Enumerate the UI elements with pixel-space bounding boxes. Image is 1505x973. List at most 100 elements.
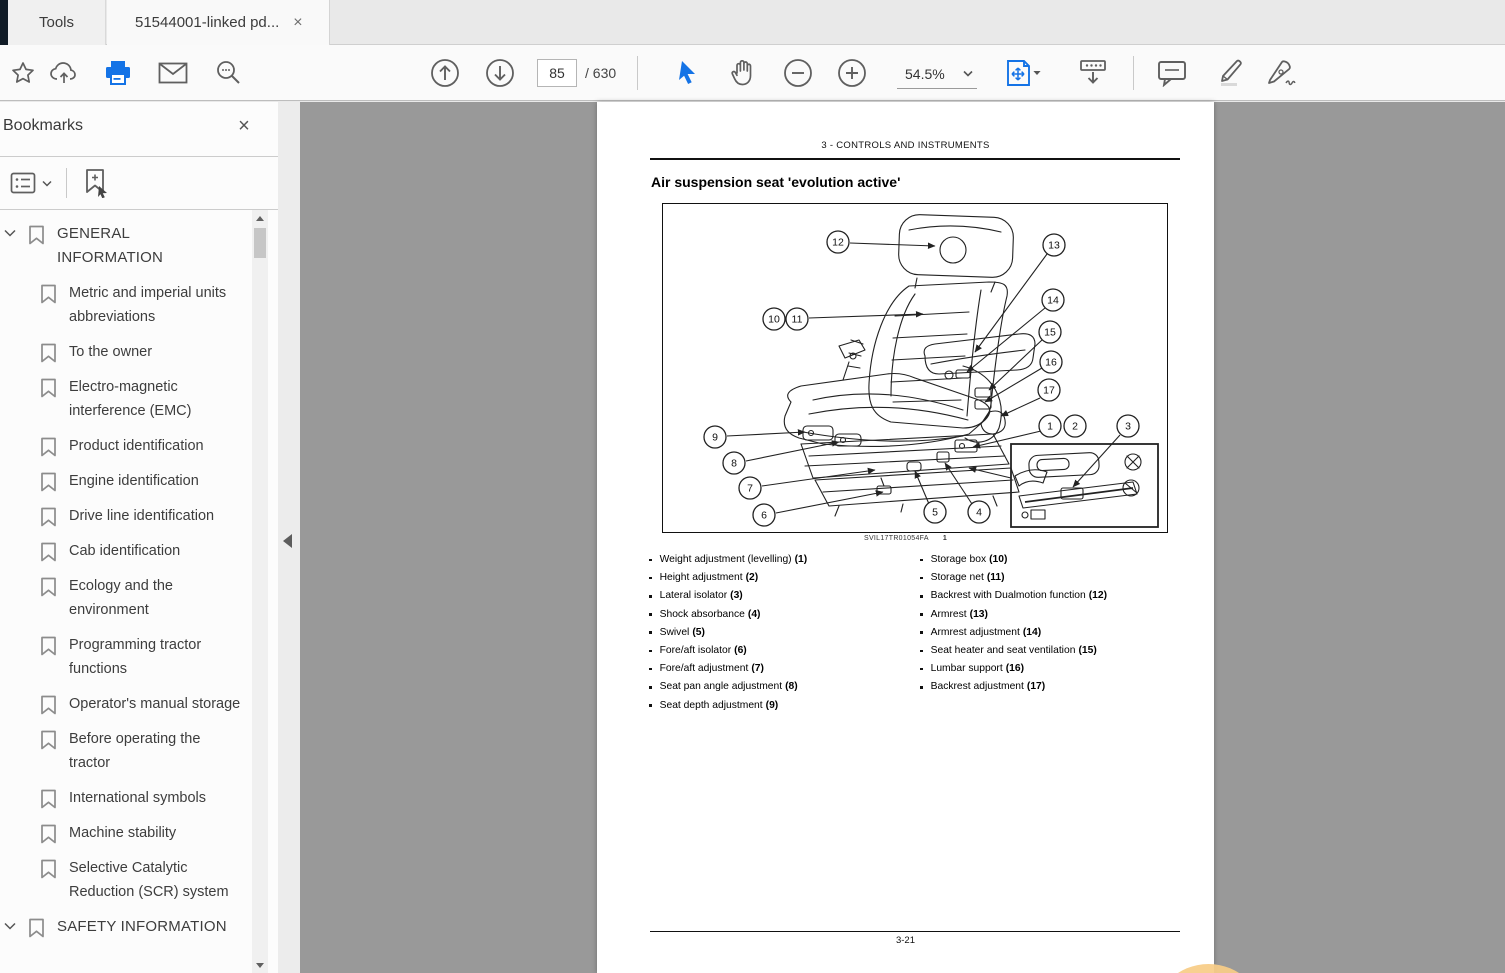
scrollbar-thumb[interactable] (254, 228, 266, 258)
bookmark-label: SAFETY INFORMATION (57, 918, 227, 935)
parts-list-item: Backrest with Dualmotion function (12) (920, 590, 1200, 601)
sidebar-scrollbar[interactable] (252, 210, 268, 973)
zoom-in-icon[interactable] (837, 58, 867, 88)
bookmark-icon (29, 918, 44, 938)
callout-number: 8 (731, 458, 737, 470)
figure-caption: SVIL17TR01054FA 1 (863, 535, 948, 542)
fit-page-icon[interactable] (1005, 59, 1045, 87)
bookmark-item[interactable]: Cab identification (4, 539, 250, 563)
bookmark-icon (41, 824, 56, 844)
bullet (649, 667, 652, 671)
main-toolbar: / 630 54.5% (0, 45, 1505, 101)
bookmarks-toolbar (0, 157, 278, 209)
part-label: Backrest with Dualmotion function (930, 590, 1086, 602)
callout-leaders (726, 242, 1121, 514)
part-ref: (14) (1022, 626, 1042, 638)
bookmark-icon (41, 472, 56, 492)
toolbar-separator (1133, 56, 1134, 90)
page-up-icon[interactable] (430, 58, 460, 88)
part-label: Swivel (659, 626, 690, 638)
bookmark-item[interactable]: Programming tractor functions (4, 633, 250, 681)
callout-number: 4 (976, 507, 982, 519)
parts-list-item: Armrest adjustment (14) (920, 627, 1200, 638)
bookmarks-close-icon[interactable]: × (231, 113, 257, 139)
bullet (649, 613, 652, 616)
part-label: Fore/aft isolator (659, 644, 732, 656)
chevron-down-icon (4, 922, 16, 930)
select-tool-icon[interactable] (676, 59, 700, 87)
bookmark-item[interactable]: Selective Catalytic Reduction (SCR) syst… (4, 856, 250, 904)
favorites-star-icon[interactable] (10, 60, 36, 86)
bookmark-label: To the owner (69, 344, 153, 360)
bookmark-item[interactable]: To the owner (4, 340, 250, 364)
bookmark-item[interactable]: SAFETY INFORMATION (4, 915, 250, 939)
bookmark-icon (41, 859, 56, 879)
callout-number: 17 (1043, 385, 1055, 397)
seat-drawing (783, 214, 1159, 528)
scroll-up-arrow[interactable] (252, 210, 268, 226)
bookmark-item[interactable]: GENERAL INFORMATION (4, 222, 250, 270)
bookmark-item[interactable]: International symbols (4, 786, 250, 810)
find-icon[interactable] (214, 59, 242, 87)
bookmark-item[interactable]: Engine identification (4, 469, 250, 493)
bookmark-item[interactable]: Operator's manual storage (4, 692, 250, 716)
part-ref: (17) (1026, 681, 1046, 693)
scroll-down-arrow[interactable] (252, 957, 268, 973)
options-list-icon[interactable] (10, 172, 52, 194)
bullet (649, 631, 652, 634)
watermark-brand: DHT (1270, 966, 1447, 973)
zoom-out-icon[interactable] (783, 58, 813, 88)
callout-leader (849, 242, 936, 250)
panel-collapse-handle[interactable] (283, 534, 292, 548)
page-down-icon[interactable] (485, 58, 515, 88)
callout-number: 7 (747, 483, 753, 495)
tab-document[interactable]: 51544001-linked pd... × (107, 0, 330, 45)
highlight-icon[interactable] (1213, 58, 1245, 88)
email-icon[interactable] (158, 62, 188, 84)
bookmark-label: Programming tractor functions (69, 637, 202, 677)
bookmark-item[interactable]: Drive line identification (4, 504, 250, 528)
hand-tool-icon[interactable] (730, 59, 756, 87)
bookmark-item[interactable]: Before operating the tractor (4, 727, 250, 775)
part-ref: (12) (1088, 590, 1108, 602)
bookmark-label: Engine identification (69, 473, 199, 489)
fill-and-sign-icon[interactable] (1266, 58, 1300, 88)
tab-close-icon[interactable]: × (293, 14, 302, 32)
chapter-header: 3 - CONTROLS AND INSTRUMENTS (821, 140, 990, 151)
bookmark-item[interactable]: Metric and imperial units abbreviations (4, 281, 250, 329)
part-label: Storage box (930, 554, 987, 565)
bookmark-item[interactable]: Ecology and the environment (4, 574, 250, 622)
bullet (649, 704, 652, 707)
comment-icon[interactable] (1157, 59, 1187, 87)
part-label: Lateral isolator (659, 590, 728, 602)
chevron-down-icon (42, 180, 52, 187)
print-icon[interactable] (104, 60, 132, 86)
part-ref: (6) (734, 644, 747, 656)
bookmark-icon (41, 507, 56, 527)
part-label: Armrest adjustment (930, 626, 1020, 638)
parts-list-item: Seat pan angle adjustment (8) (649, 681, 914, 692)
bookmark-item[interactable]: Electro-magnetic interference (EMC) (4, 375, 250, 423)
main-area: Bookmarks × GENERAL INFORMATION Metric an… (0, 102, 1505, 973)
cloud-upload-icon[interactable] (49, 61, 79, 85)
callout-number: 13 (1048, 240, 1060, 252)
chevron-down-icon (963, 70, 973, 77)
tab-tools[interactable]: Tools (8, 0, 106, 45)
parts-list-item: Fore/aft isolator (6) (649, 645, 914, 656)
part-label: Seat heater and seat ventilation (930, 644, 1076, 656)
page-number-footer: 3-21 (895, 935, 915, 946)
bookmark-item[interactable]: Product identification (4, 434, 250, 458)
hide-toolbar-icon[interactable] (1077, 59, 1109, 87)
page-number-input[interactable] (537, 59, 577, 87)
part-ref: (5) (692, 626, 705, 638)
bookmark-add-icon[interactable] (81, 168, 111, 198)
parts-list-item: Storage net (11) (920, 572, 1200, 583)
bookmark-icon (41, 636, 56, 656)
callout-leader (808, 310, 924, 319)
part-ref: (16) (1005, 663, 1025, 675)
part-label: Fore/aft adjustment (659, 663, 749, 675)
bookmark-item[interactable]: Machine stability (4, 821, 250, 845)
part-label: Lumbar support (930, 663, 1003, 675)
bullet (920, 594, 923, 598)
zoom-level-dropdown[interactable]: 54.5% (897, 59, 977, 89)
